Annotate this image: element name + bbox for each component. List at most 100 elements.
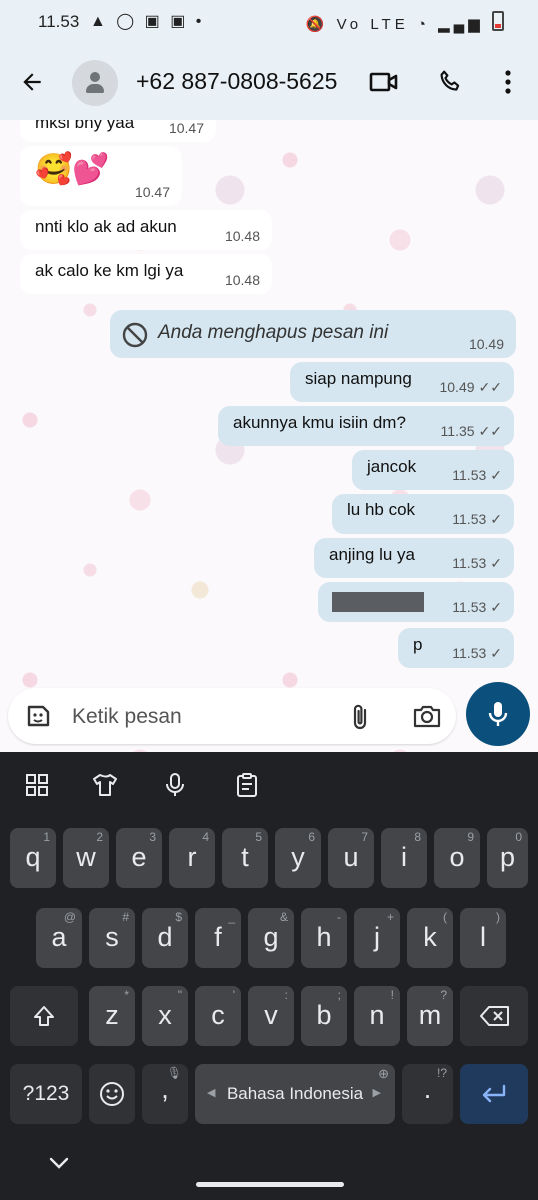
- message-time: 10.48: [224, 272, 260, 288]
- message-text: jancok: [367, 457, 417, 476]
- microphone-icon: [166, 773, 184, 796]
- comma-key[interactable]: 🎙 ,: [142, 1064, 188, 1124]
- grid-icon: [26, 774, 48, 796]
- attach-icon[interactable]: [348, 702, 374, 732]
- deleted-message-bubble[interactable]: Anda menghapus pesan ini 10.49: [110, 310, 516, 358]
- period-key[interactable]: !? .: [402, 1064, 453, 1124]
- more-options-button[interactable]: [490, 64, 526, 100]
- message-bubble[interactable]: 11.53 ✓: [318, 582, 514, 622]
- key-q[interactable]: 1q: [10, 828, 56, 888]
- backspace-key[interactable]: [460, 986, 528, 1046]
- message-bubble[interactable]: akunnya kmu isiin dm? 11.35 ✓✓: [218, 406, 514, 446]
- key-m[interactable]: ? m: [407, 986, 453, 1046]
- key-o[interactable]: 9o: [434, 828, 480, 888]
- microphone-icon: [488, 702, 508, 726]
- double-check-icon: ✓✓: [478, 423, 502, 439]
- arrow-left-icon: [23, 73, 41, 91]
- clipboard-button[interactable]: [232, 770, 262, 800]
- key-b[interactable]: ; b: [301, 986, 347, 1046]
- message-bubble[interactable]: mksi bny yaa 10.47: [20, 120, 216, 142]
- check-icon: ✓: [490, 599, 502, 615]
- check-icon: ✓: [490, 645, 502, 661]
- key-u[interactable]: 7u: [328, 828, 374, 888]
- check-icon: ✓: [490, 511, 502, 527]
- message-bubble[interactable]: lu hb cok 11.53 ✓: [332, 494, 514, 534]
- message-input[interactable]: [70, 700, 314, 734]
- message-time: 11.53: [452, 467, 487, 483]
- message-field[interactable]: [8, 688, 456, 744]
- symbols-key[interactable]: ?123: [10, 1064, 82, 1124]
- message-bubble[interactable]: jancok 11.53 ✓: [352, 450, 514, 490]
- message-text: nnti klo ak ad akun: [35, 217, 177, 236]
- key-w[interactable]: 2w: [63, 828, 109, 888]
- chevron-down-icon[interactable]: [48, 1156, 70, 1170]
- key-j[interactable]: + j: [354, 908, 400, 968]
- key-l[interactable]: ) l: [460, 908, 506, 968]
- key-g[interactable]: & g: [248, 908, 294, 968]
- message-bubble[interactable]: p 11.53 ✓: [398, 628, 514, 668]
- blocked-icon: [122, 322, 148, 348]
- key-t[interactable]: 5t: [222, 828, 268, 888]
- key-s[interactable]: # s: [89, 908, 135, 968]
- key-z[interactable]: * z: [89, 986, 135, 1046]
- enter-arrow-icon: [482, 1084, 506, 1103]
- contact-name[interactable]: +62 887-0808-5625: [136, 68, 337, 95]
- message-time: 10.49: [439, 379, 475, 395]
- signal-icon: ▂▄▆: [438, 16, 484, 33]
- message-bubble[interactable]: siap nampung 10.49 ✓✓: [290, 362, 514, 402]
- message-time: 10.47: [134, 184, 170, 200]
- key-r[interactable]: 4r: [169, 828, 215, 888]
- key-x[interactable]: " x: [142, 986, 188, 1046]
- voice-record-button[interactable]: [466, 682, 530, 746]
- key-h[interactable]: -h: [301, 908, 347, 968]
- globe-icon: ⊕: [378, 1066, 389, 1081]
- key-d[interactable]: $ d: [142, 908, 188, 968]
- shift-key[interactable]: [10, 986, 78, 1046]
- message-text: siap nampung: [305, 369, 412, 388]
- message-emoji: 🥰💕: [35, 153, 110, 186]
- theme-button[interactable]: [90, 770, 120, 800]
- space-key[interactable]: ◀ Bahasa Indonesia ▶ ⊕: [195, 1064, 395, 1124]
- voice-call-button[interactable]: [432, 64, 468, 100]
- key-c[interactable]: ' c: [195, 986, 241, 1046]
- message-bubble[interactable]: ak calo ke km lgi ya 10.48: [20, 254, 272, 294]
- wifi-icon: ◔: [416, 16, 430, 33]
- phone-icon: [440, 70, 460, 91]
- message-bubble[interactable]: 🥰💕 10.47: [20, 146, 182, 206]
- redacted-block: [332, 592, 424, 612]
- back-button[interactable]: [14, 64, 50, 100]
- key-i[interactable]: 8i: [381, 828, 427, 888]
- system-icons: 🔕 Vo LTE ◔ ▂▄▆: [306, 11, 504, 33]
- key-f[interactable]: _ f: [195, 908, 241, 968]
- emoji-key[interactable]: [89, 1064, 135, 1124]
- network-indicators: 🔕 Vo LTE: [305, 16, 409, 33]
- emoji-icon: [100, 1082, 124, 1106]
- sticker-icon[interactable]: [24, 702, 52, 730]
- message-bubble[interactable]: nnti klo ak ad akun 10.48: [20, 210, 272, 250]
- message-time: 11.53: [452, 645, 487, 661]
- home-gesture-handle[interactable]: [196, 1182, 344, 1187]
- key-e[interactable]: 3e: [116, 828, 162, 888]
- avatar[interactable]: [72, 60, 118, 106]
- message-bubble[interactable]: anjing lu ya 11.53 ✓: [314, 538, 514, 578]
- voice-typing-button[interactable]: [160, 770, 190, 800]
- video-call-button[interactable]: [366, 64, 402, 100]
- chevron-right-icon: ▶: [372, 1087, 381, 1099]
- keyboard-toolbar: [0, 752, 538, 818]
- enter-key[interactable]: [460, 1064, 528, 1124]
- more-vert-icon: [505, 70, 511, 94]
- apps-grid-button[interactable]: [22, 770, 52, 800]
- key-k[interactable]: (k: [407, 908, 453, 968]
- message-time: 11.53: [452, 599, 487, 615]
- key-a[interactable]: @ a: [36, 908, 82, 968]
- key-v[interactable]: :v: [248, 986, 294, 1046]
- message-text: anjing lu ya: [329, 545, 416, 564]
- camera-icon[interactable]: [412, 702, 442, 730]
- key-p[interactable]: 0p: [487, 828, 528, 888]
- key-y[interactable]: 6y: [275, 828, 321, 888]
- message-text: lu hb cok: [347, 500, 416, 519]
- message-text: Anda menghapus pesan ini: [158, 322, 389, 343]
- message-list[interactable]: mksi bny yaa 10.47 🥰💕 10.47 nnti klo ak …: [0, 120, 538, 752]
- key-n[interactable]: ! n: [354, 986, 400, 1046]
- check-icon: ✓: [490, 555, 502, 571]
